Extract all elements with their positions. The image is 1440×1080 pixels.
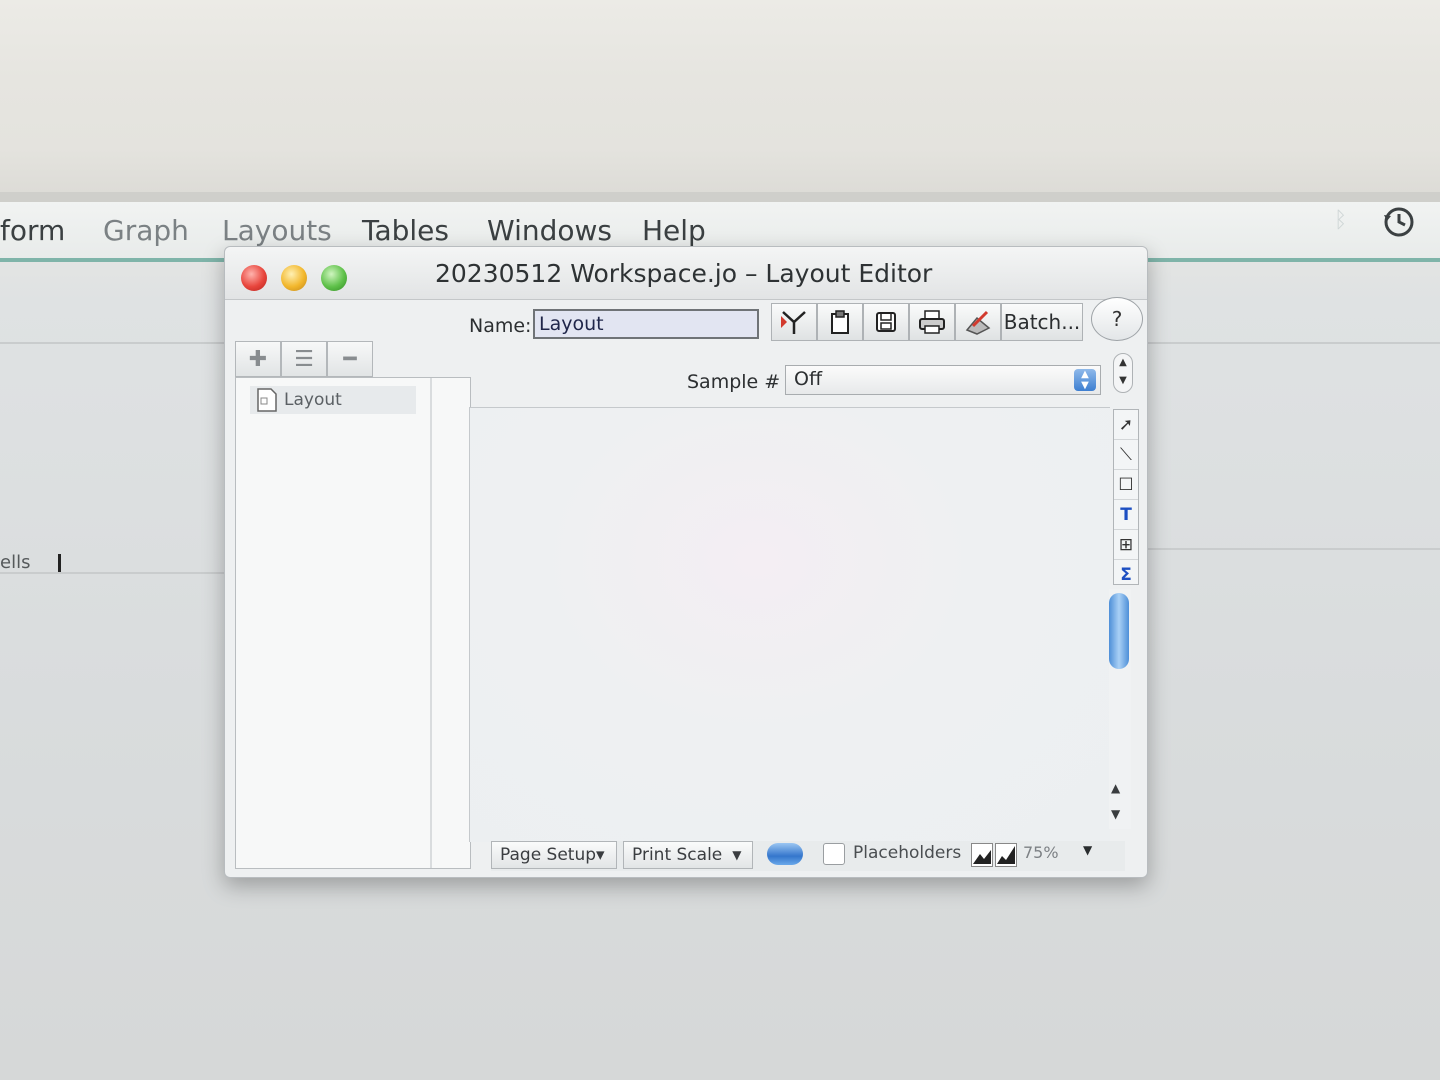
window-title: 20230512 Workspace.jo – Layout Editor (435, 259, 933, 288)
clock-history-icon[interactable] (1380, 203, 1418, 241)
help-button[interactable]: ? (1091, 297, 1143, 341)
zoom-chevron-down-icon[interactable]: ▼ (1083, 843, 1092, 857)
export-button[interactable] (955, 303, 1001, 341)
monitor-bezel-edge (0, 192, 1440, 202)
monitor-bezel (0, 0, 1440, 198)
scroll-thumb[interactable] (1109, 593, 1129, 669)
layout-canvas[interactable] (469, 407, 1110, 842)
layout-tool-button[interactable] (771, 303, 817, 341)
zoom-in-mountain-icon[interactable] (995, 843, 1017, 867)
rectangle-tool[interactable]: ☐ (1114, 470, 1138, 500)
tool-palette: ➚ ⟍ ☐ T ⊞ Σ (1113, 409, 1139, 585)
text-cursor (58, 554, 61, 572)
scroll-down-arrow-icon[interactable]: ▼ (1111, 807, 1120, 821)
sample-label: Sample # (687, 371, 781, 393)
name-label: Name: (469, 315, 532, 337)
remove-icon: ━ (343, 346, 357, 372)
print-scale-button[interactable]: Print Scale ▼ (623, 841, 753, 869)
layout-editor-window: 20230512 Workspace.jo – Layout Editor Na… (224, 246, 1148, 878)
list-item-label: Layout (284, 390, 342, 410)
background-divider (1146, 548, 1440, 550)
minimize-button[interactable] (281, 265, 307, 291)
layout-list-button[interactable]: ☰ (281, 341, 327, 377)
select-tool[interactable]: ➚ (1114, 410, 1138, 440)
list-column-divider (430, 378, 432, 868)
select-arrows-icon: ▲ ▼ (1074, 369, 1096, 391)
pointer-icon: ➚ (1118, 414, 1134, 435)
rectangle-icon: ☐ (1118, 474, 1134, 495)
bluetooth-icon[interactable]: ᛒ (1334, 208, 1347, 233)
bottom-toolbar: Page Setup▾ Print Scale ▼ Placeholders 7… (491, 841, 1125, 871)
page-setup-button[interactable]: Page Setup▾ (491, 841, 617, 869)
floppy-disk-icon (876, 312, 896, 332)
add-icon: ✚ (248, 346, 268, 372)
sample-select[interactable]: Off ▲ ▼ (785, 365, 1101, 395)
menu-tables[interactable]: Tables (362, 214, 449, 247)
background-divider (0, 342, 224, 344)
title-bar[interactable]: 20230512 Workspace.jo – Layout Editor (225, 247, 1147, 300)
layout-doc-icon (257, 388, 277, 412)
background-divider (1146, 342, 1440, 344)
add-layout-button[interactable]: ✚ (235, 341, 281, 377)
zoom-button[interactable] (321, 265, 347, 291)
sigma-tool-icon: Σ (1120, 564, 1132, 585)
menu-layouts[interactable]: Layouts (222, 214, 332, 247)
edit-image-icon (965, 310, 991, 335)
print-button[interactable] (909, 303, 955, 341)
layout-name-input[interactable] (533, 309, 759, 339)
line-icon: ⟍ (1120, 444, 1132, 465)
printer-icon (919, 310, 945, 334)
sample-select-value: Off (794, 368, 823, 390)
text-tool-icon: T (1120, 504, 1132, 525)
line-tool[interactable]: ⟍ (1114, 440, 1138, 470)
menu-help[interactable]: Help (642, 214, 706, 247)
layout-list[interactable]: Layout (235, 377, 471, 869)
save-button[interactable] (863, 303, 909, 341)
clipboard-icon (831, 310, 849, 334)
table-tool[interactable]: ⊞ (1114, 530, 1138, 560)
text-tool[interactable]: T (1114, 500, 1138, 530)
menu-platform[interactable]: form (0, 214, 65, 247)
batch-button[interactable]: Batch... (1001, 303, 1083, 341)
axis-tool-icon (781, 311, 806, 334)
placeholders-label: Placeholders (853, 843, 962, 863)
remove-layout-button[interactable]: ━ (327, 341, 373, 377)
sigma-tool[interactable]: Σ (1114, 560, 1138, 589)
chevron-down-icon: ▼ (732, 848, 742, 862)
list-icon: ☰ (294, 346, 314, 372)
background-divider (0, 572, 248, 574)
list-item[interactable]: Layout (250, 386, 416, 414)
zoom-out-mountain-icon[interactable] (971, 843, 993, 867)
copy-button[interactable] (817, 303, 863, 341)
background-label: ells (0, 552, 31, 573)
menu-graph[interactable]: Graph (103, 214, 189, 247)
print-scale-label: Print Scale (632, 845, 723, 865)
scroll-up-arrow-icon[interactable]: ▲ (1111, 781, 1120, 795)
sample-stepper[interactable]: ▲ ▼ (1113, 353, 1133, 393)
close-button[interactable] (241, 265, 267, 291)
toggle-pill-button[interactable] (767, 843, 803, 865)
grid-icon: ⊞ (1118, 534, 1134, 555)
zoom-level[interactable]: 75% (1023, 843, 1059, 862)
placeholders-checkbox[interactable] (823, 843, 845, 865)
menu-windows[interactable]: Windows (487, 214, 612, 247)
